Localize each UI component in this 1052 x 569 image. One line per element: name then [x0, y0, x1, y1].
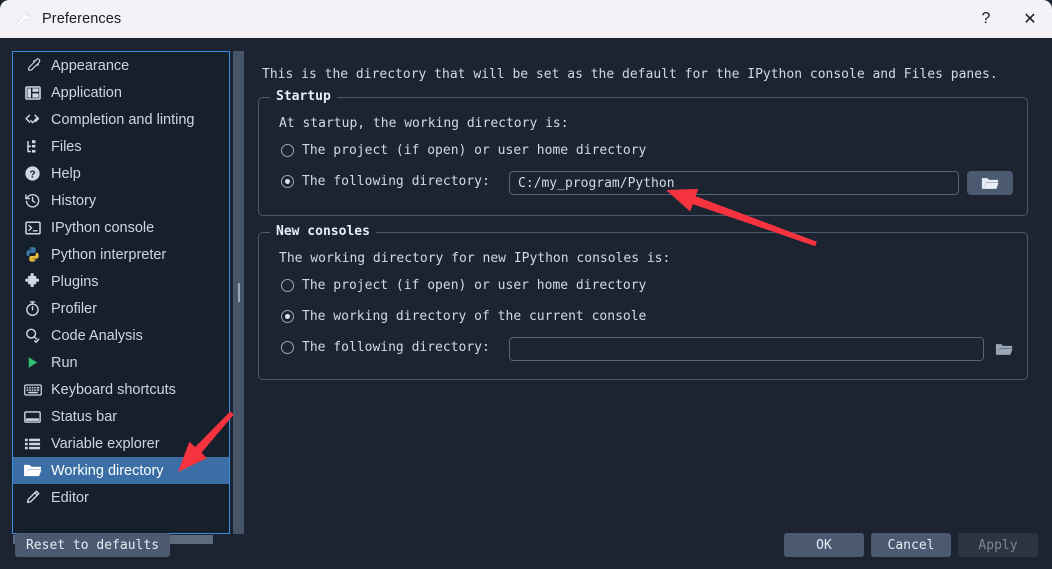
sidebar-item-plugins[interactable]: Plugins [13, 268, 229, 295]
code-check-icon [23, 110, 42, 129]
sidebar-item-working-directory[interactable]: Working directory [13, 457, 229, 484]
consoles-radio-project-home[interactable]: The project (if open) or user home direc… [281, 278, 646, 293]
settings-category-list[interactable]: Appearance Application Completion and lint… [12, 51, 230, 534]
sidebar-item-label: Run [51, 354, 78, 371]
sidebar-item-label: Plugins [51, 273, 99, 290]
puzzle-piece-icon [23, 272, 42, 291]
sidebar-item-label: Keyboard shortcuts [51, 381, 176, 398]
sidebar-item-label: Completion and linting [51, 111, 195, 128]
file-tree-icon [23, 137, 42, 156]
new-consoles-description: The working directory for new IPython co… [279, 251, 671, 266]
wrench-icon [14, 10, 32, 28]
sidebar-item-code-analysis[interactable]: Code Analysis [13, 322, 229, 349]
sidebar-item-status-bar[interactable]: Status bar [13, 403, 229, 430]
consoles-radio-following-directory[interactable]: The following directory: [281, 340, 490, 355]
eyedropper-icon [23, 56, 42, 75]
dialog-body: Appearance Application Completion and lint… [0, 38, 1052, 569]
settings-content-pane: This is the directory that will be set a… [248, 51, 1040, 534]
sidebar-item-help[interactable]: ? Help [13, 160, 229, 187]
radio-indicator [281, 279, 294, 292]
title-bar: Preferences ? ✕ [0, 0, 1052, 38]
consoles-radio-current-console[interactable]: The working directory of the current con… [281, 309, 646, 324]
preferences-dialog: Preferences ? ✕ Appearance Application Com… [0, 0, 1052, 569]
close-icon[interactable]: ✕ [1008, 0, 1052, 38]
window-title: Preferences [42, 11, 122, 27]
sidebar-item-label: Help [51, 165, 81, 182]
panel-splitter[interactable] [233, 51, 244, 534]
reset-to-defaults-button[interactable]: Reset to defaults [15, 533, 170, 557]
radio-indicator [281, 175, 294, 188]
apply-button: Apply [958, 533, 1038, 557]
startup-browse-button[interactable] [967, 171, 1013, 195]
startup-group-title: Startup [270, 89, 337, 104]
startup-radio-following-directory-label: The following directory: [302, 174, 490, 189]
startup-path-input[interactable]: C:/my_program/Python [509, 171, 959, 195]
list-rows-icon [23, 434, 42, 453]
cancel-button[interactable]: Cancel [871, 533, 951, 557]
sidebar-item-profiler[interactable]: Profiler [13, 295, 229, 322]
sidebar-item-history[interactable]: History [13, 187, 229, 214]
python-logo-icon [23, 245, 42, 264]
stopwatch-icon [23, 299, 42, 318]
radio-indicator [281, 144, 294, 157]
sidebar-item-ipython-console[interactable]: IPython console [13, 214, 229, 241]
sidebar-item-label: Variable explorer [51, 435, 160, 452]
history-clock-icon [23, 191, 42, 210]
dialog-footer: Reset to defaults OK Cancel Apply [0, 496, 1052, 569]
sidebar-item-label: Files [51, 138, 82, 155]
sidebar-item-label: History [51, 192, 97, 209]
radio-indicator [281, 310, 294, 323]
startup-radio-project-home-label: The project (if open) or user home direc… [302, 143, 647, 158]
consoles-radio-following-directory-label: The following directory: [302, 340, 490, 355]
startup-description: At startup, the working directory is: [279, 116, 569, 131]
consoles-path-input[interactable] [509, 337, 984, 361]
sidebar-item-keyboard-shortcuts[interactable]: Keyboard shortcuts [13, 376, 229, 403]
ok-button[interactable]: OK [784, 533, 864, 557]
startup-group: Startup At startup, the working director… [258, 89, 1028, 216]
sidebar-item-python-interpreter[interactable]: Python interpreter [13, 241, 229, 268]
sidebar-item-label: Code Analysis [51, 327, 143, 344]
folder-open-icon [995, 343, 1013, 355]
sidebar-item-label: Application [51, 84, 122, 101]
keyboard-icon [23, 380, 42, 399]
terminal-icon [23, 218, 42, 237]
sidebar-item-variable-explorer[interactable]: Variable explorer [13, 430, 229, 457]
magnifier-check-icon [23, 326, 42, 345]
new-consoles-group: New consoles The working directory for n… [258, 224, 1028, 380]
startup-radio-project-home[interactable]: The project (if open) or user home direc… [281, 143, 646, 158]
folder-open-icon [981, 177, 999, 189]
sidebar-item-label: Profiler [51, 300, 97, 317]
folder-open-icon [23, 461, 42, 480]
startup-radio-following-directory[interactable]: The following directory: [281, 174, 490, 189]
play-triangle-icon [23, 353, 42, 372]
sidebar-item-application[interactable]: Application [13, 79, 229, 106]
sidebar-item-run[interactable]: Run [13, 349, 229, 376]
consoles-radio-project-home-label: The project (if open) or user home direc… [302, 278, 647, 293]
sidebar-item-appearance[interactable]: Appearance [13, 52, 229, 79]
consoles-radio-current-console-label: The working directory of the current con… [302, 309, 647, 324]
help-button[interactable]: ? [964, 0, 1008, 38]
svg-text:?: ? [29, 169, 35, 180]
sidebar-item-label: Working directory [51, 462, 164, 479]
window-controls: ? ✕ [964, 0, 1052, 38]
sidebar-item-label: Status bar [51, 408, 118, 425]
sidebar-item-label: Appearance [51, 57, 130, 74]
layout-panel-icon [23, 83, 42, 102]
intro-description: This is the directory that will be set a… [262, 67, 998, 82]
sidebar-item-completion-and-linting[interactable]: Completion and linting [13, 106, 229, 133]
new-consoles-group-title: New consoles [270, 224, 376, 239]
sidebar-item-label: Python interpreter [51, 246, 167, 263]
radio-indicator [281, 341, 294, 354]
splitter-grip [238, 283, 240, 302]
consoles-browse-button[interactable] [989, 337, 1019, 361]
status-bar-icon [23, 407, 42, 426]
question-circle-icon: ? [23, 164, 42, 183]
sidebar-item-files[interactable]: Files [13, 133, 229, 160]
sidebar-item-label: IPython console [51, 219, 155, 236]
